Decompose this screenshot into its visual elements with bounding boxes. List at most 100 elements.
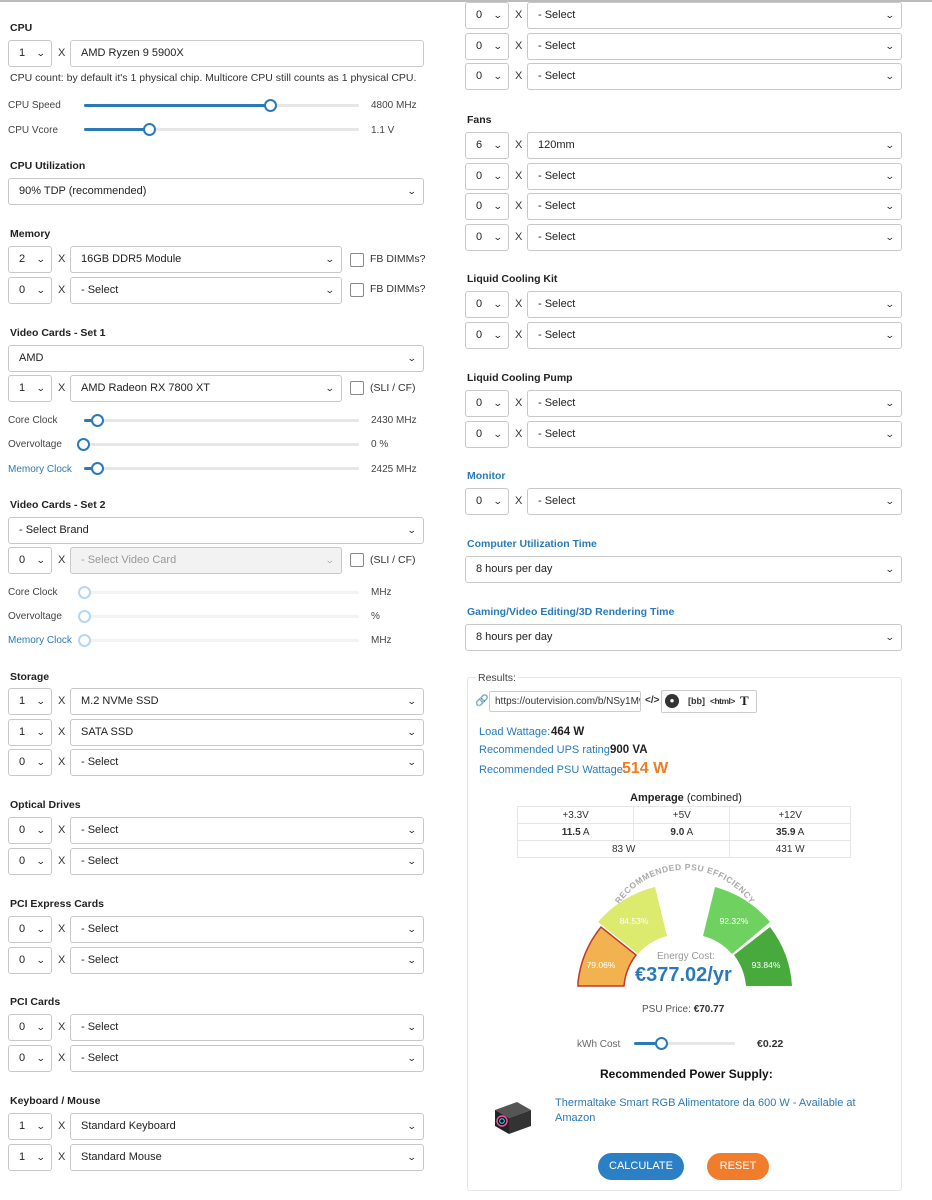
- lcp-item-value: - Select: [538, 427, 576, 440]
- slider-thumb[interactable]: [90, 462, 104, 475]
- top_rows-qty-select[interactable]: 0 ⌄: [465, 32, 509, 60]
- fans-item-select[interactable]: - Select ⌄: [527, 193, 902, 220]
- vc2-memory-clock-slider[interactable]: [78, 634, 359, 647]
- vc1-memory-clock-slider[interactable]: [84, 462, 359, 475]
- fans-item-select[interactable]: - Select ⌄: [527, 223, 902, 251]
- fans-qty-select[interactable]: 0 ⌄: [465, 223, 509, 251]
- lcp-qty-select[interactable]: 0 ⌄: [465, 420, 509, 448]
- vc2-core-clock-slider[interactable]: [78, 586, 359, 599]
- link-icon[interactable]: 🔗: [475, 694, 489, 707]
- monitor-item-select[interactable]: - Select ⌄: [527, 488, 902, 515]
- text-icon[interactable]: T: [740, 693, 749, 709]
- recommended-psu-link[interactable]: Thermaltake Smart RGB Alimentatore da 60…: [555, 1096, 875, 1126]
- pci-item-value: - Select: [81, 1021, 119, 1033]
- slider-thumb[interactable]: [77, 438, 90, 451]
- top_rows-qty-select[interactable]: 0 ⌄: [465, 63, 509, 90]
- reset-button[interactable]: RESET: [707, 1153, 769, 1180]
- slider-thumb[interactable]: [78, 634, 91, 647]
- chevron-down-icon: ⌄: [493, 10, 504, 20]
- cpu-qty-select[interactable]: 1 ⌄: [8, 40, 52, 67]
- sli-cf-checkbox[interactable]: [350, 553, 364, 567]
- calculate-button[interactable]: CALCULATE: [598, 1153, 684, 1180]
- slider-thumb[interactable]: [143, 123, 156, 136]
- memory-qty-select[interactable]: 0 ⌄: [8, 277, 52, 304]
- pci-item-select[interactable]: - Select ⌄: [70, 1014, 424, 1041]
- storage-qty-select[interactable]: 0 ⌄: [8, 749, 52, 776]
- rail-5v: +5V: [633, 806, 731, 824]
- fans-qty-select[interactable]: 6 ⌄: [465, 132, 509, 159]
- html-icon[interactable]: <html>: [710, 696, 735, 706]
- fans-qty-select[interactable]: 0 ⌄: [465, 162, 509, 190]
- kwh-cost-slider[interactable]: [634, 1037, 735, 1050]
- fans-item-select[interactable]: - Select ⌄: [527, 162, 902, 190]
- storage-qty-select[interactable]: 1 ⌄: [8, 718, 52, 746]
- kbm-qty-select[interactable]: 1 ⌄: [8, 1143, 52, 1171]
- top_rows-qty-select[interactable]: 0 ⌄: [465, 2, 509, 29]
- vc1-card-select[interactable]: AMD Radeon RX 7800 XT ⌄: [70, 375, 342, 402]
- pci-qty-select[interactable]: 0 ⌄: [8, 1044, 52, 1072]
- pci-qty-select[interactable]: 0 ⌄: [8, 1014, 52, 1041]
- top_rows-item-select[interactable]: - Select ⌄: [527, 63, 902, 90]
- lcp-item-select[interactable]: - Select ⌄: [527, 390, 902, 417]
- cpu-speed-slider[interactable]: [84, 99, 359, 112]
- pcie-qty-select[interactable]: 0 ⌄: [8, 946, 52, 974]
- kbm-item-select[interactable]: Standard Keyboard ⌄: [70, 1113, 424, 1140]
- slider-thumb[interactable]: [264, 99, 277, 112]
- vc2-brand-select[interactable]: - Select Brand ⌄: [8, 517, 424, 544]
- top_rows-item-select[interactable]: - Select ⌄: [527, 32, 902, 60]
- vc2-overvoltage-slider[interactable]: [78, 610, 359, 623]
- kbm-item-select[interactable]: Standard Mouse ⌄: [70, 1143, 424, 1171]
- psu-product-image[interactable]: [491, 1098, 535, 1138]
- cpu-vcore-slider[interactable]: [84, 123, 359, 136]
- lcp-qty-select[interactable]: 0 ⌄: [465, 390, 509, 417]
- pcie-item-select[interactable]: - Select ⌄: [70, 946, 424, 974]
- pcie-item-select[interactable]: - Select ⌄: [70, 916, 424, 943]
- top_rows-item-select[interactable]: - Select ⌄: [527, 2, 902, 29]
- lcp-item-select[interactable]: - Select ⌄: [527, 420, 902, 448]
- slider-thumb[interactable]: [90, 414, 104, 427]
- pci-item-select[interactable]: - Select ⌄: [70, 1044, 424, 1072]
- fb-dimms-checkbox[interactable]: [350, 253, 364, 267]
- optical-item-select[interactable]: - Select ⌄: [70, 847, 424, 875]
- lck-item-select[interactable]: - Select ⌄: [527, 321, 902, 349]
- storage-item-select[interactable]: - Select ⌄: [70, 749, 424, 776]
- memory-module-select[interactable]: - Select ⌄: [70, 277, 342, 304]
- utilization-time-select[interactable]: 8 hours per day ⌄: [465, 556, 902, 583]
- lck-item-select[interactable]: - Select ⌄: [527, 291, 902, 318]
- memory-module-select[interactable]: 16GB DDR5 Module ⌄: [70, 246, 342, 273]
- vc1-qty-select[interactable]: 1 ⌄: [8, 375, 52, 402]
- storage-item-select[interactable]: SATA SSD ⌄: [70, 718, 424, 746]
- lck-qty-select[interactable]: 0 ⌄: [465, 291, 509, 318]
- chevron-down-icon: ⌄: [493, 398, 504, 408]
- memory-qty-select[interactable]: 2 ⌄: [8, 246, 52, 273]
- optical-qty-select[interactable]: 0 ⌄: [8, 847, 52, 875]
- monitor-qty-select[interactable]: 0 ⌄: [465, 488, 509, 515]
- cpu-utilization-select[interactable]: 90% TDP (recommended) ⌄: [8, 178, 424, 205]
- storage-qty-select[interactable]: 1 ⌄: [8, 688, 52, 715]
- kbm-qty-select[interactable]: 1 ⌄: [8, 1113, 52, 1140]
- lck-qty-select[interactable]: 0 ⌄: [465, 321, 509, 349]
- pcie-qty-select[interactable]: 0 ⌄: [8, 916, 52, 943]
- vc2-qty-select[interactable]: 0 ⌄: [8, 547, 52, 574]
- optical-qty-select[interactable]: 0 ⌄: [8, 817, 52, 844]
- fb-dimms-checkbox[interactable]: [350, 283, 364, 297]
- code-icon[interactable]: </>: [645, 695, 659, 706]
- slider-thumb[interactable]: [78, 586, 91, 599]
- fans-qty-select[interactable]: 0 ⌄: [465, 193, 509, 220]
- sli-cf-checkbox[interactable]: [350, 381, 364, 395]
- optical-title: Optical Drives: [10, 799, 81, 811]
- vc1-overvoltage-slider[interactable]: [77, 438, 359, 451]
- storage-item-select[interactable]: M.2 NVMe SSD ⌄: [70, 688, 424, 715]
- cpu-model-input[interactable]: AMD Ryzen 9 5900X: [70, 40, 424, 67]
- vc1-brand-select[interactable]: AMD ⌄: [8, 345, 424, 372]
- fans-item-select[interactable]: 120mm ⌄: [527, 132, 902, 159]
- share-url-input[interactable]: https://outervision.com/b/NSy1Mw: [489, 691, 641, 712]
- reddit-icon[interactable]: ●: [665, 694, 679, 708]
- vc2-card-select[interactable]: - Select Video Card ⌄: [70, 547, 342, 574]
- bbcode-icon[interactable]: [bb]: [688, 696, 705, 706]
- optical-item-select[interactable]: - Select ⌄: [70, 817, 424, 844]
- slider-thumb[interactable]: [78, 610, 91, 623]
- ups-rating-value: 900 VA: [610, 744, 648, 756]
- vc1-core-clock-slider[interactable]: [84, 414, 359, 427]
- gaming-time-select[interactable]: 8 hours per day ⌄: [465, 624, 902, 651]
